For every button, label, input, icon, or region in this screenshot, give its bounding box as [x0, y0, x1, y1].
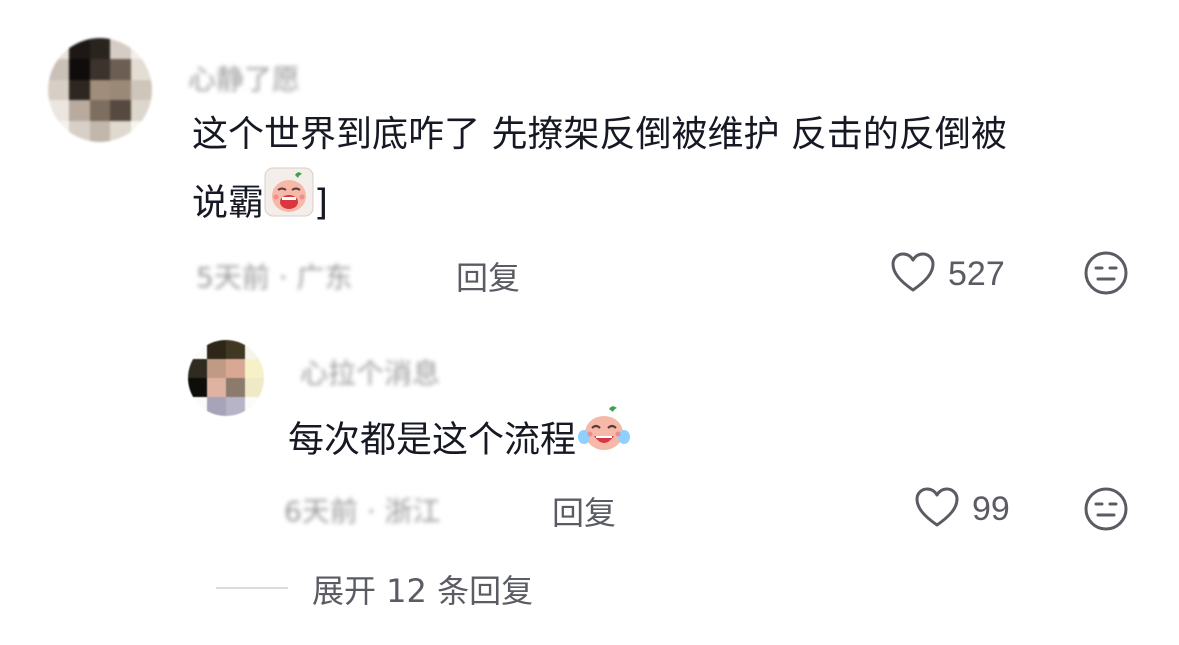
reply-username[interactable]: 心拉个消息 [300, 352, 440, 392]
reply-avatar[interactable] [188, 340, 264, 416]
neutral-face-icon [1083, 251, 1129, 300]
expand-divider [216, 587, 288, 589]
reply-button[interactable]: 回复 [456, 253, 520, 299]
reply-like-button[interactable]: 99 [914, 486, 1010, 532]
comment-text: 这个世界到底咋了 先撩架反倒被维护 反击的反倒被 [192, 114, 1007, 155]
expand-replies-button[interactable]: 展开 12 条回复 [312, 566, 533, 612]
like-button[interactable]: 527 [890, 251, 1005, 297]
comment-meta: 5天前 · 广东 [196, 261, 353, 294]
heart-outline-icon [914, 486, 960, 532]
dislike-button[interactable] [1083, 250, 1129, 300]
heart-outline-icon [890, 251, 936, 297]
like-count: 527 [948, 254, 1005, 293]
comment-username[interactable]: 心静了愿 [188, 58, 300, 98]
crying-bun-emoji [264, 167, 314, 236]
avatar[interactable] [48, 38, 152, 142]
reply-meta: 6天前 · 浙江 [284, 495, 441, 528]
comment-text-line2: 说霸 ] [192, 167, 328, 239]
neutral-face-icon [1083, 487, 1129, 536]
reply-like-count: 99 [972, 489, 1010, 528]
reply-text: 每次都是这个流程 [288, 406, 632, 477]
tears-of-joy-bun-emoji [576, 403, 632, 474]
reply-dislike-button[interactable] [1083, 486, 1129, 536]
reply-reply-button[interactable]: 回复 [552, 488, 616, 534]
